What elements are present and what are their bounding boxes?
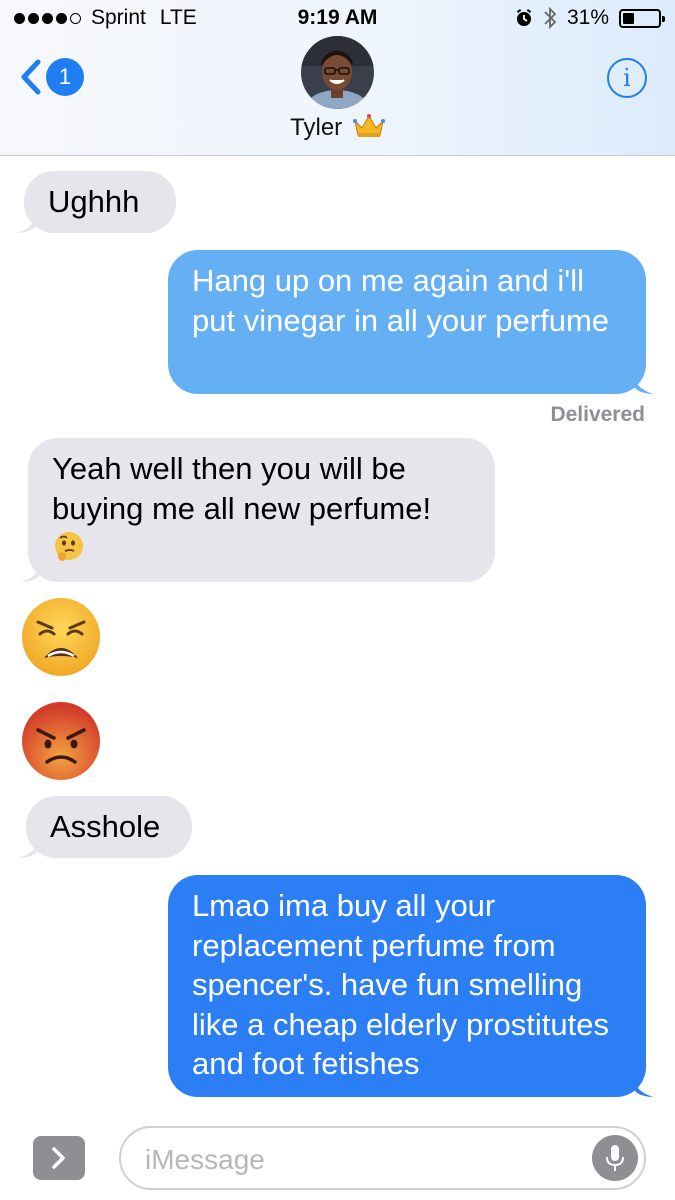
bluetooth-icon [544,6,557,30]
message-bubble-incoming[interactable]: Ughhh [16,171,176,233]
contact-name[interactable]: Tyler [0,113,675,142]
chevron-left-icon [21,59,41,95]
unread-count-badge: 1 [46,58,84,96]
message-text: Ughhh [48,184,140,219]
info-button[interactable]: i [607,58,647,98]
message-bubble-incoming[interactable]: Yeah well then you will be buying me all… [20,438,495,582]
message-text: Yeah well then you will be buying me all… [52,451,432,526]
message-bubble-outgoing[interactable]: Hang up on me again and i'll put vinegar… [168,250,654,394]
alarm-icon [516,9,532,26]
status-bar: Sprint LTE 9:19 AM 31% [0,6,675,32]
dictation-button[interactable] [592,1135,638,1181]
weary-face-emoji-icon[interactable] [20,596,102,678]
thinking-face-emoji-icon [55,532,83,561]
crown-emoji-icon [352,114,385,137]
contact-name-text: Tyler [290,114,343,141]
battery-icon [619,8,665,28]
imessage-placeholder: iMessage [145,1144,265,1175]
expand-apps-button[interactable] [33,1136,85,1180]
contact-avatar[interactable] [301,36,374,109]
microphone-icon [606,1145,624,1171]
message-bubble-outgoing[interactable]: Lmao ima buy all your replacement perfum… [168,875,654,1097]
back-button[interactable]: 1 [20,58,84,96]
battery-percent: 31% [566,6,609,29]
conversation-header: Sprint LTE 9:19 AM 31% 1 Tyler i [0,0,675,156]
delivered-status: Delivered [550,403,645,426]
message-text: Hang up on me again and i'll put vinegar… [192,263,610,338]
angry-face-emoji-icon[interactable] [20,700,102,782]
message-text: Asshole [50,809,161,844]
message-text: Lmao ima buy all your replacement perfum… [192,888,610,1081]
imessage-input[interactable]: iMessage [119,1126,646,1190]
message-bubble-incoming[interactable]: Asshole [18,796,192,858]
chevron-right-icon [52,1147,65,1169]
